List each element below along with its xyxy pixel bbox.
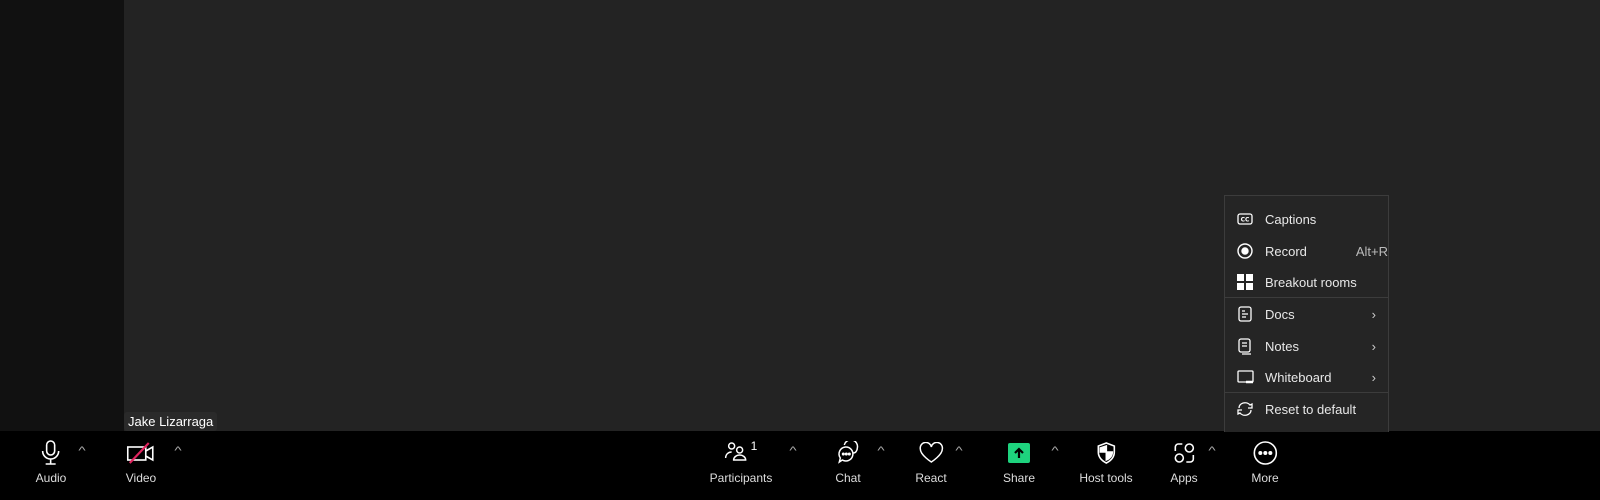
react-options-caret[interactable]: ^	[955, 445, 962, 457]
menu-divider	[1225, 392, 1388, 393]
audio-button[interactable]: Audio	[36, 431, 66, 489]
microphone-icon	[39, 435, 63, 471]
share-options-caret[interactable]: ^	[1051, 445, 1058, 457]
more-menu: CC Captions Record Alt+R Breakout rooms …	[1224, 195, 1389, 432]
apps-options-caret[interactable]: ^	[1208, 445, 1215, 457]
shield-icon	[1096, 435, 1116, 471]
submenu-chevron-icon: ›	[1371, 306, 1376, 322]
share-screen-icon	[1008, 435, 1030, 471]
menu-item-whiteboard[interactable]: Whiteboard ›	[1225, 362, 1388, 392]
menu-item-captions[interactable]: CC Captions	[1225, 204, 1388, 234]
video-off-icon	[127, 435, 155, 471]
left-panel	[0, 0, 124, 431]
host-tools-button[interactable]: Host tools	[1079, 431, 1133, 489]
more-button[interactable]: More	[1251, 431, 1279, 489]
menu-divider	[1225, 297, 1388, 298]
apps-icon	[1173, 435, 1195, 471]
notes-icon	[1225, 337, 1265, 355]
breakout-rooms-icon	[1225, 274, 1265, 290]
participant-count: 1	[750, 439, 758, 453]
audio-options-caret[interactable]: ^	[78, 445, 85, 457]
chat-icon	[836, 435, 860, 471]
apps-button[interactable]: Apps	[1170, 431, 1198, 489]
menu-item-record[interactable]: Record Alt+R	[1225, 236, 1388, 266]
menu-item-reset-to-default[interactable]: Reset to default	[1225, 394, 1388, 424]
menu-item-breakout-rooms[interactable]: Breakout rooms	[1225, 267, 1388, 297]
submenu-chevron-icon: ›	[1371, 338, 1376, 354]
react-button[interactable]: React	[915, 431, 947, 489]
menu-item-notes[interactable]: Notes ›	[1225, 331, 1388, 361]
meeting-toolbar: Audio ^ Video ^ 1 Participants ^ Chat ^ …	[0, 431, 1600, 500]
heart-icon	[918, 435, 944, 471]
video-options-caret[interactable]: ^	[174, 445, 181, 457]
participants-button[interactable]: 1 Participants	[710, 431, 773, 489]
chat-button[interactable]: Chat	[835, 431, 861, 489]
captions-icon: CC	[1225, 213, 1265, 225]
chat-options-caret[interactable]: ^	[877, 445, 884, 457]
record-shortcut: Alt+R	[1355, 243, 1388, 259]
reset-icon	[1225, 401, 1265, 417]
participants-icon	[724, 441, 747, 466]
share-button[interactable]: Share	[1003, 431, 1035, 489]
more-icon	[1253, 435, 1277, 471]
menu-item-docs[interactable]: Docs ›	[1225, 299, 1388, 329]
participant-name-label: Jake Lizarraga	[124, 412, 218, 431]
svg-text:CC: CC	[1241, 217, 1250, 224]
docs-icon	[1225, 306, 1265, 322]
submenu-chevron-icon: ›	[1371, 369, 1376, 385]
video-button[interactable]: Video	[126, 431, 156, 489]
participants-options-caret[interactable]: ^	[789, 445, 796, 457]
whiteboard-icon	[1225, 370, 1265, 384]
record-icon	[1225, 243, 1265, 259]
